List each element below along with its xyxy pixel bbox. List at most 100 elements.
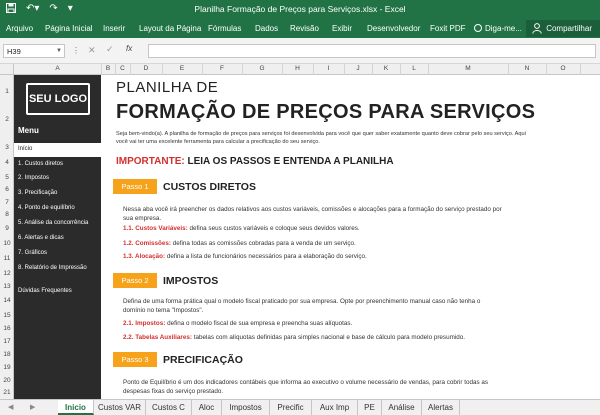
- sidebar-item-inicio[interactable]: Início: [14, 143, 101, 157]
- column-header[interactable]: A: [14, 65, 101, 72]
- row-header[interactable]: 17: [0, 338, 14, 345]
- window-title: Planilha Formação de Preços para Serviço…: [194, 4, 406, 14]
- column-header[interactable]: L: [400, 65, 428, 72]
- formula-input[interactable]: [148, 44, 596, 58]
- row-header[interactable]: 19: [0, 364, 14, 371]
- row-header[interactable]: 3: [0, 144, 14, 151]
- row-header[interactable]: 13: [0, 283, 14, 290]
- step-1-badge: Passo 1: [113, 179, 157, 194]
- row-header[interactable]: 4: [0, 159, 14, 166]
- column-header[interactable]: N: [508, 65, 546, 72]
- row-header[interactable]: 16: [0, 325, 14, 332]
- page-title: FORMAÇÃO DE PREÇOS PARA SERVIÇOS: [116, 101, 536, 123]
- sidebar-item-custos-diretos[interactable]: 1. Custos diretos: [14, 158, 101, 172]
- step-1-title: CUSTOS DIRETOS: [163, 181, 256, 193]
- prev-sheet-icon[interactable]: ◀: [8, 403, 13, 411]
- sidebar-item-precificacao[interactable]: 3. Precificação: [14, 187, 101, 201]
- sidebar-item-alertas-dicas[interactable]: 6. Alertas e dicas: [14, 232, 101, 246]
- sheet-tab-custos-c[interactable]: Custos C: [146, 400, 192, 415]
- next-sheet-icon[interactable]: ▶: [30, 403, 35, 411]
- sheet-tab-alertas[interactable]: Alertas: [422, 400, 460, 415]
- column-header[interactable]: D: [130, 65, 162, 72]
- column-header[interactable]: O: [546, 65, 580, 72]
- sidebar-item-graficos[interactable]: 7. Gráficos: [14, 247, 101, 261]
- row-header[interactable]: 15: [0, 312, 14, 319]
- tab-layout-da-pagina[interactable]: Layout da Página: [139, 24, 201, 33]
- tab-desenvolvedor[interactable]: Desenvolvedor: [367, 24, 420, 33]
- row-header[interactable]: 12: [0, 270, 14, 277]
- tab-inserir[interactable]: Inserir: [103, 24, 125, 33]
- row-header[interactable]: 20: [0, 377, 14, 384]
- row-header[interactable]: 6: [0, 186, 14, 193]
- sidebar-item-relatorio-impressao[interactable]: 8. Relatório de Impressão: [14, 262, 101, 276]
- sheet-tab-aux-imp[interactable]: Aux Imp: [312, 400, 358, 415]
- company-logo: SEU LOGO: [26, 83, 90, 115]
- sidebar-item-ponto-equilibrio[interactable]: 4. Ponto de equilíbrio: [14, 202, 101, 216]
- person-icon: [532, 23, 542, 34]
- tab-formulas[interactable]: Fórmulas: [208, 24, 241, 33]
- step-3-badge: Passo 3: [113, 352, 157, 367]
- column-header[interactable]: M: [428, 65, 508, 72]
- row-header[interactable]: 14: [0, 297, 14, 304]
- name-box[interactable]: H39 ▼: [3, 44, 65, 58]
- tab-arquivo[interactable]: Arquivo: [6, 24, 33, 33]
- tab-foxit-pdf[interactable]: Foxit PDF: [430, 24, 466, 33]
- row-header[interactable]: 1: [0, 88, 14, 95]
- row-header[interactable]: 11: [0, 255, 14, 262]
- sub-text: defina o modelo fiscal de sua empresa e …: [167, 320, 353, 327]
- row-header[interactable]: 8: [0, 211, 14, 218]
- select-all-corner[interactable]: [0, 64, 14, 75]
- sidebar-item-analise-concorrencia[interactable]: 5. Análise da concorrência: [14, 217, 101, 231]
- row-header[interactable]: 2: [0, 116, 14, 123]
- sheet-tab-inicio[interactable]: Inicio: [58, 400, 94, 415]
- row-header[interactable]: 7: [0, 199, 14, 206]
- row-headers: 1 2 3 4 5 6 7 8 9 10 11 12 13 14 15 16 1…: [0, 75, 14, 399]
- sidebar-item-duvidas-frequentes[interactable]: Dúvidas Frequentes: [14, 285, 101, 299]
- column-header[interactable]: C: [115, 65, 130, 72]
- sheet-tab-analise[interactable]: Análise: [382, 400, 422, 415]
- row-header[interactable]: 9: [0, 225, 14, 232]
- share-button[interactable]: Compartilhar: [526, 20, 600, 37]
- row-header[interactable]: 5: [0, 174, 14, 181]
- chevron-down-icon[interactable]: ▼: [56, 48, 62, 54]
- sub-label: 2.1. Impostos:: [123, 320, 166, 327]
- sheet-tab-precific[interactable]: Precific: [270, 400, 312, 415]
- step-1-sub-2: 1.2. Comissões: defina todas as comissõe…: [123, 240, 356, 247]
- row-header[interactable]: 18: [0, 351, 14, 358]
- enter-icon[interactable]: ✓: [106, 44, 114, 55]
- tab-dados[interactable]: Dados: [255, 24, 278, 33]
- step-2-sub-2: 2.2. Tabelas Auxiliares: tabelas com alí…: [123, 334, 465, 341]
- insert-function-button[interactable]: fx: [126, 44, 132, 53]
- column-header[interactable]: K: [372, 65, 400, 72]
- tab-revisao[interactable]: Revisão: [290, 24, 319, 33]
- sub-label: 1.1. Custos Variáveis:: [123, 225, 188, 232]
- tell-me-box[interactable]: Diga-me...: [474, 24, 522, 33]
- sidebar-item-impostos[interactable]: 2. Impostos: [14, 172, 101, 186]
- tab-exibir[interactable]: Exibir: [332, 24, 352, 33]
- more-icon: ⋮: [72, 46, 81, 55]
- sub-text: defina a lista de funcionários necessári…: [166, 253, 367, 260]
- intro-text: Seja bem-vindo(a). A planilha de formaçã…: [116, 131, 526, 145]
- tab-pagina-inicial[interactable]: Página Inicial: [45, 24, 93, 33]
- column-header[interactable]: H: [282, 65, 313, 72]
- row-header[interactable]: 21: [0, 389, 14, 396]
- column-header[interactable]: I: [313, 65, 344, 72]
- sheet-content: PLANILHA DE FORMAÇÃO DE PREÇOS PARA SERV…: [101, 75, 600, 399]
- column-header[interactable]: F: [202, 65, 242, 72]
- important-label: IMPORTANTE:: [116, 156, 185, 167]
- sheet-tab-pe[interactable]: PE: [358, 400, 382, 415]
- sheet-tab-bar: ◀ ▶ Inicio Custos VAR Custos C Aloc Impo…: [0, 399, 600, 415]
- column-header[interactable]: B: [101, 65, 115, 72]
- sheet-tab-impostos[interactable]: Impostos: [222, 400, 270, 415]
- row-header[interactable]: 10: [0, 240, 14, 247]
- column-header[interactable]: J: [344, 65, 372, 72]
- column-headers: A B C D E F G H I J K L M N O: [0, 64, 600, 75]
- important-text: LEIA OS PASSOS E ENTENDA A PLANILHA: [187, 156, 394, 167]
- ribbon-tabs: Arquivo Página Inicial Inserir Layout da…: [0, 19, 600, 38]
- column-header[interactable]: G: [242, 65, 282, 72]
- sheet-tab-custos-var[interactable]: Custos VAR: [94, 400, 146, 415]
- column-header[interactable]: E: [162, 65, 202, 72]
- cancel-icon[interactable]: ✕: [88, 45, 96, 56]
- sub-label: 1.2. Comissões:: [123, 240, 171, 247]
- sheet-tab-aloc[interactable]: Aloc: [192, 400, 222, 415]
